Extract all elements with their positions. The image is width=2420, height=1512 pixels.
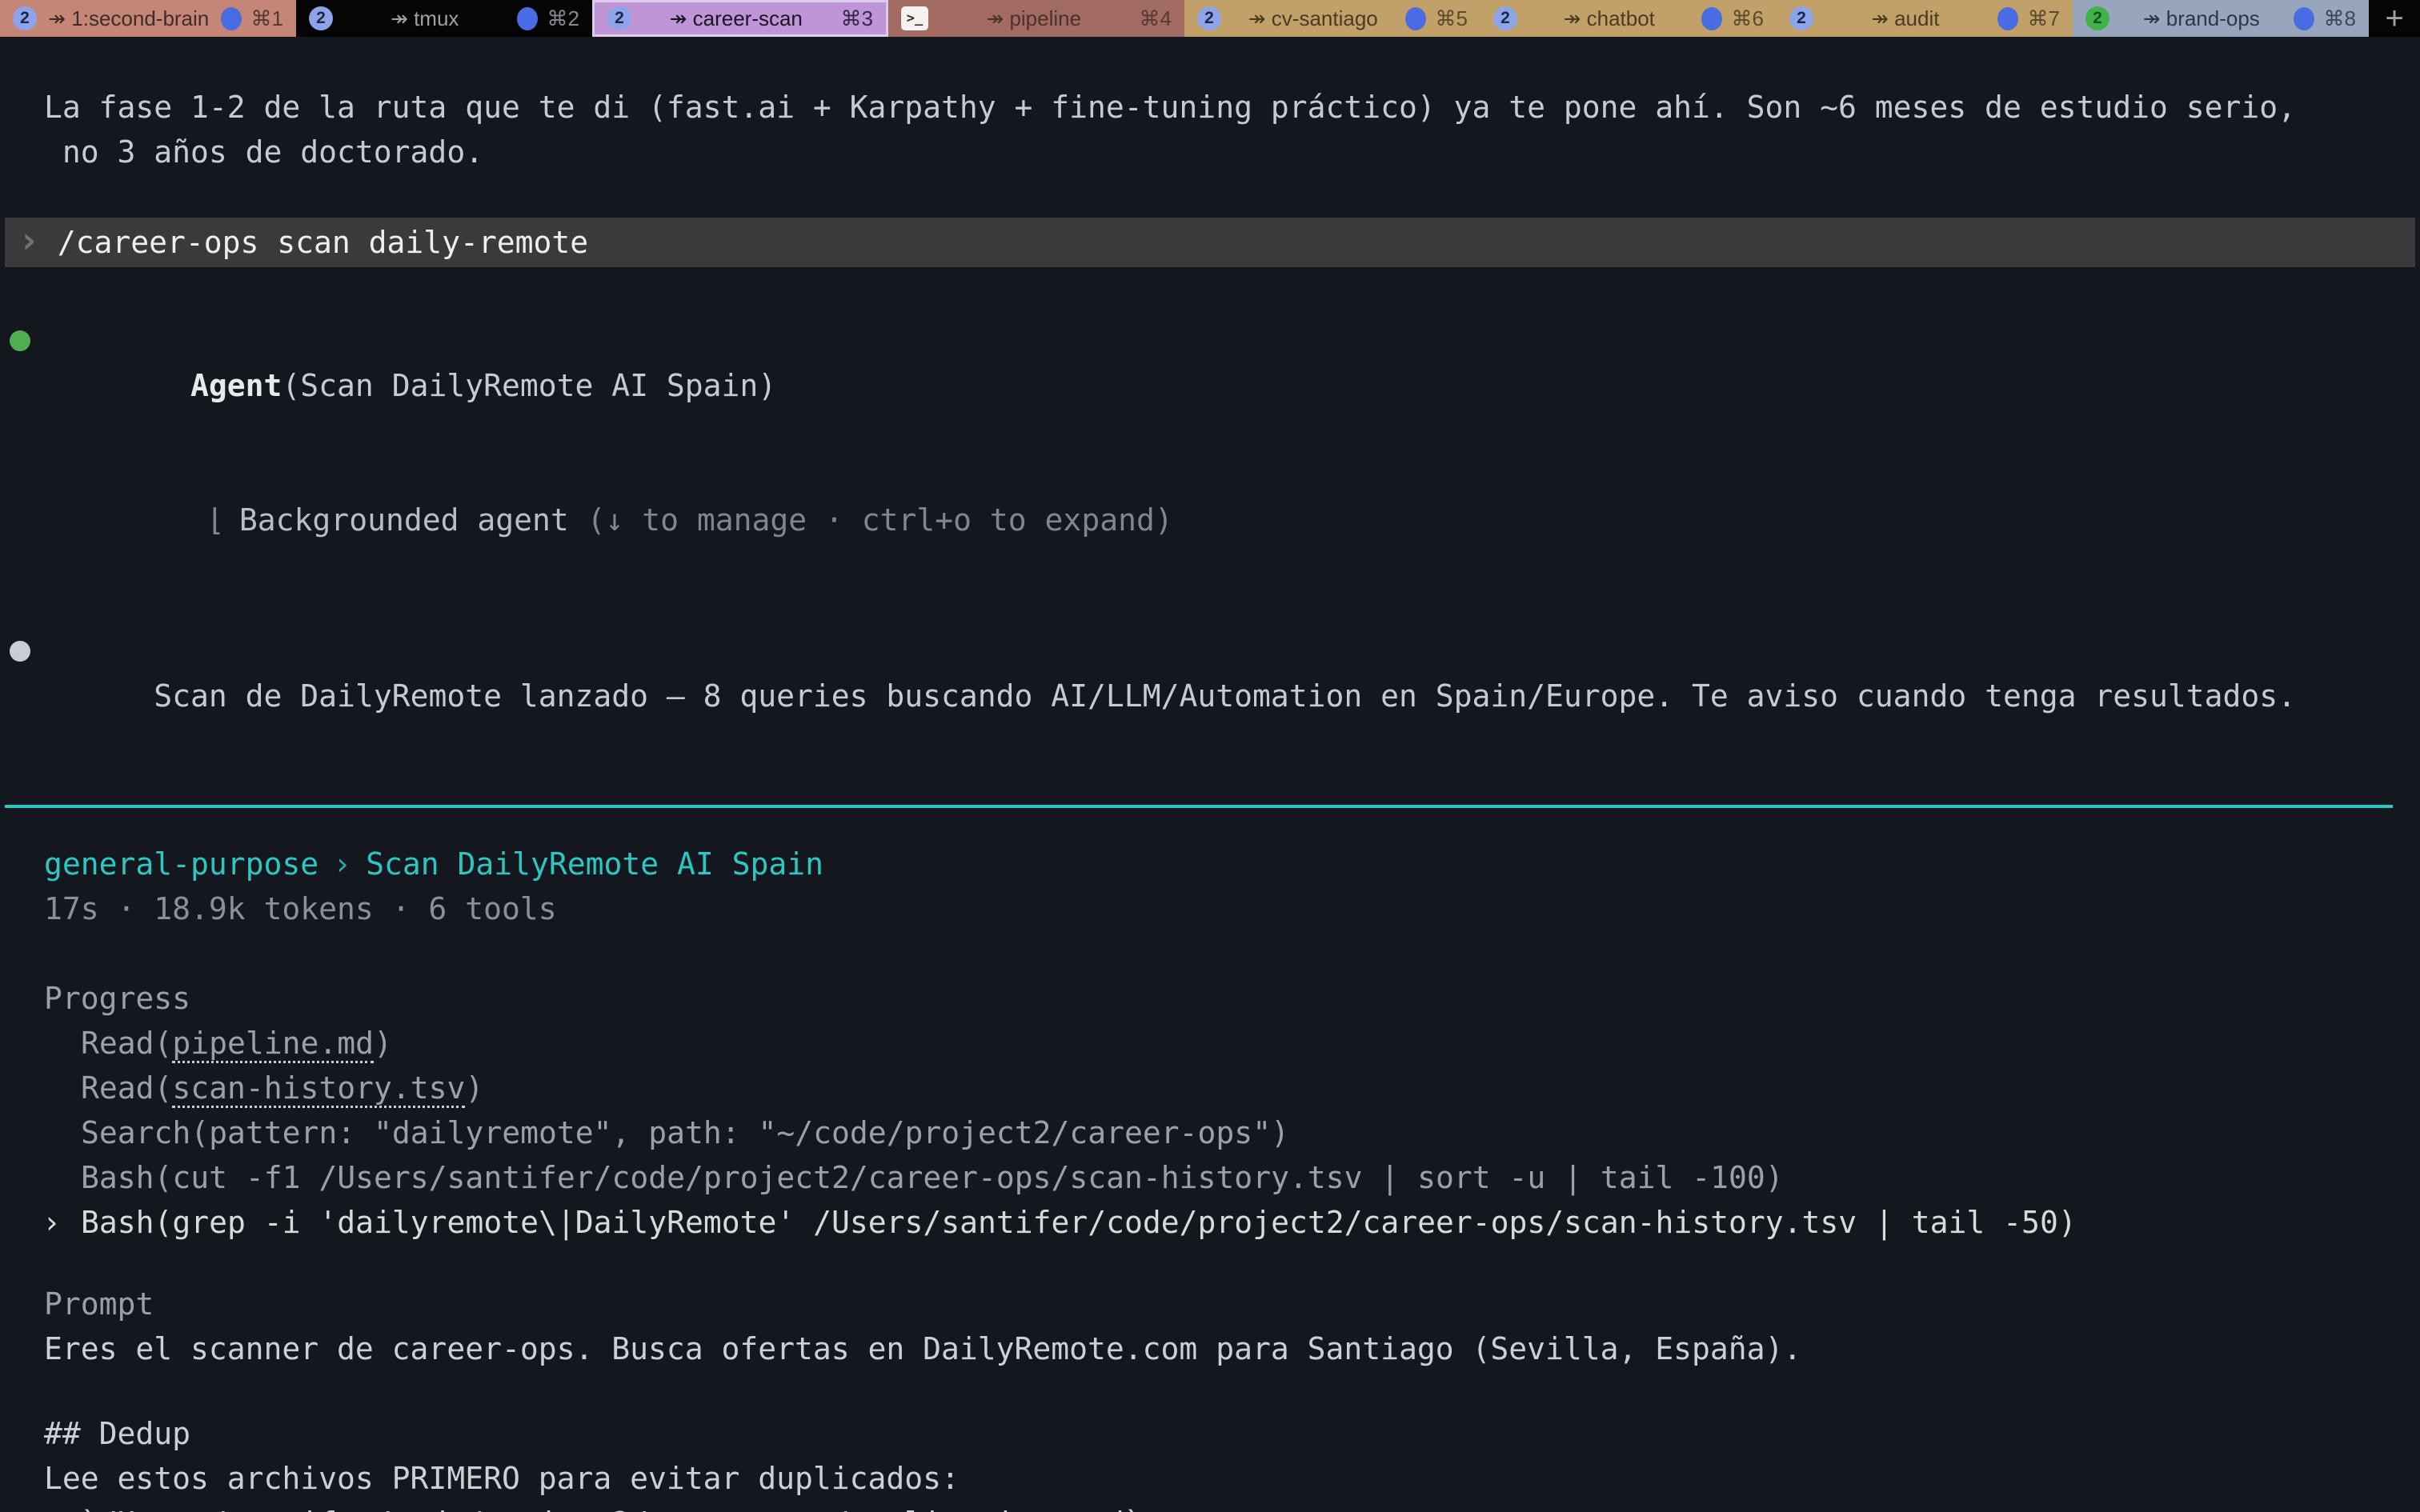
dedup-intro: Lee estos archivos PRIMERO para evitar d… <box>44 1456 2398 1501</box>
tab-career-scan[interactable]: 2 ↠ career-scan ⌘3 <box>592 0 888 37</box>
pane-count-badge: 2 <box>13 6 37 30</box>
tab-bar: 2 ↠ 1:second-brain ⌘1 2 ↠ tmux ⌘2 2 ↠ ca… <box>0 0 2420 37</box>
pane-count-badge: 2 <box>607 6 631 30</box>
terminal-icon: >_ <box>901 6 928 30</box>
agent-type: general-purpose <box>44 846 319 882</box>
agent-sub-hint: (↓ to manage · ctrl+o to expand) <box>587 502 1173 538</box>
tool-call-bash-active: ›Bash(grep -i 'dailyremote\|DailyRemote'… <box>44 1200 2398 1245</box>
tab-title: ↠ tmux <box>341 6 509 31</box>
tab-title: ↠ brand-ops <box>2118 6 2286 31</box>
notification-dot <box>2294 7 2314 30</box>
status-text: Scan de DailyRemote lanzado — 8 queries … <box>154 678 2296 714</box>
notification-dot <box>221 7 242 30</box>
tab-second-brain[interactable]: 2 ↠ 1:second-brain ⌘1 <box>0 0 296 37</box>
assistant-message: La fase 1-2 de la ruta que te di (fast.a… <box>44 85 2398 174</box>
tab-brand-ops[interactable]: 2 ↠ brand-ops ⌘8 <box>2073 0 2369 37</box>
agent-stats: 17s · 18.9k tokens · 6 tools <box>44 886 2398 931</box>
command-input-bar[interactable]: › /career-ops scan daily-remote <box>5 218 2415 267</box>
agent-status-dot <box>10 330 30 351</box>
terminal-window: 2 ↠ 1:second-brain ⌘1 2 ↠ tmux ⌘2 2 ↠ ca… <box>0 0 2420 1512</box>
tool-call-search: Search(pattern: "dailyremote", path: "~/… <box>44 1110 2398 1155</box>
pane-count-badge: 2 <box>1493 6 1517 30</box>
dedup-item: - `/Users/santifer/code/project2/career-… <box>44 1501 2398 1512</box>
status-dot <box>10 641 30 662</box>
tab-chatbot[interactable]: 2 ↠ chatbot ⌘6 <box>1480 0 1777 37</box>
tab-title: ↠ audit <box>1821 6 1989 31</box>
agent-args: (Scan DailyRemote AI Spain) <box>282 368 776 403</box>
tab-title: ↠ 1:second-brain <box>45 6 213 31</box>
dedup-heading: ## Dedup <box>44 1411 2398 1456</box>
tab-audit[interactable]: 2 ↠ audit ⌘7 <box>1777 0 2073 37</box>
tool-call-list: Read(pipeline.md) Read(scan-history.tsv)… <box>44 1021 2398 1245</box>
panel-divider <box>5 805 2393 808</box>
tab-shortcut: ⌘7 <box>2028 6 2060 31</box>
dedup-section: ## Dedup Lee estos archivos PRIMERO para… <box>44 1411 2398 1512</box>
tab-shortcut: ⌘6 <box>1732 6 1764 31</box>
terminal-content: La fase 1-2 de la ruta que te di (fast.a… <box>0 85 2420 1512</box>
notification-dot <box>517 7 538 30</box>
new-tab-button[interactable]: + <box>2369 0 2420 37</box>
pane-count-badge: 2 <box>1197 6 1221 30</box>
notification-dot <box>1997 7 2018 30</box>
file-link[interactable]: scan-history.tsv <box>172 1070 465 1108</box>
tab-title: ↠ career-scan <box>639 6 833 31</box>
prompt-section-label: Prompt <box>44 1282 2398 1326</box>
tab-shortcut: ⌘1 <box>251 6 283 31</box>
pane-count-badge: 2 <box>1789 6 1813 30</box>
tab-shortcut: ⌘5 <box>1436 6 1468 31</box>
active-tool-chevron-icon: › <box>42 1200 61 1245</box>
pane-count-badge: 2 <box>309 6 333 30</box>
tool-call-read: Read(scan-history.tsv) <box>44 1066 2398 1110</box>
agent-block: Agent(Scan DailyRemote AI Spain) ⌊ Backgr… <box>44 318 2398 587</box>
tab-pipeline[interactable]: >_ ↠ pipeline ⌘4 <box>888 0 1184 37</box>
agent-subline: ⌊ Backgrounded agent (↓ to manage · ctrl+… <box>44 453 2398 587</box>
progress-section-label: Progress <box>44 976 2398 1021</box>
agent-sub-text: Backgrounded agent <box>239 502 587 538</box>
tab-shortcut: ⌘3 <box>841 6 873 31</box>
prompt-chevron-icon: › <box>5 218 58 267</box>
tool-call-bash: Bash(cut -f1 /Users/santifer/code/projec… <box>44 1155 2398 1200</box>
notification-dot <box>1405 7 1426 30</box>
tool-call-read: Read(pipeline.md) <box>44 1021 2398 1066</box>
tree-corner-icon: ⌊ <box>206 502 225 538</box>
tab-tmux[interactable]: 2 ↠ tmux ⌘2 <box>296 0 592 37</box>
breadcrumb: general-purpose › Scan DailyRemote AI Spai… <box>44 842 2398 886</box>
tab-shortcut: ⌘8 <box>2324 6 2356 31</box>
agent-task-name: Scan DailyRemote AI Spain <box>366 846 823 882</box>
notification-dot <box>1701 7 1722 30</box>
tab-title: ↠ pipeline <box>936 6 1132 31</box>
tab-title: ↠ cv-santiago <box>1229 6 1397 31</box>
pane-count-badge: 2 <box>2085 6 2109 30</box>
prompt-text: Eres el scanner de career-ops. Busca ofe… <box>44 1326 2398 1371</box>
agent-task-line: Agent(Scan DailyRemote AI Spain) <box>44 318 2398 453</box>
command-text: /career-ops scan daily-remote <box>58 220 588 265</box>
tab-title: ↠ chatbot <box>1525 6 1693 31</box>
breadcrumb-separator-icon: › <box>333 846 351 882</box>
tab-shortcut: ⌘4 <box>1140 6 1172 31</box>
tab-shortcut: ⌘2 <box>547 6 579 31</box>
tab-cv-santiago[interactable]: 2 ↠ cv-santiago ⌘5 <box>1184 0 1480 37</box>
scan-status-line: Scan de DailyRemote lanzado — 8 queries … <box>44 629 2398 763</box>
file-link[interactable]: pipeline.md <box>172 1026 374 1063</box>
agent-detail-panel: general-purpose › Scan DailyRemote AI Spai… <box>44 842 2398 1512</box>
agent-title: Agent <box>190 368 282 403</box>
